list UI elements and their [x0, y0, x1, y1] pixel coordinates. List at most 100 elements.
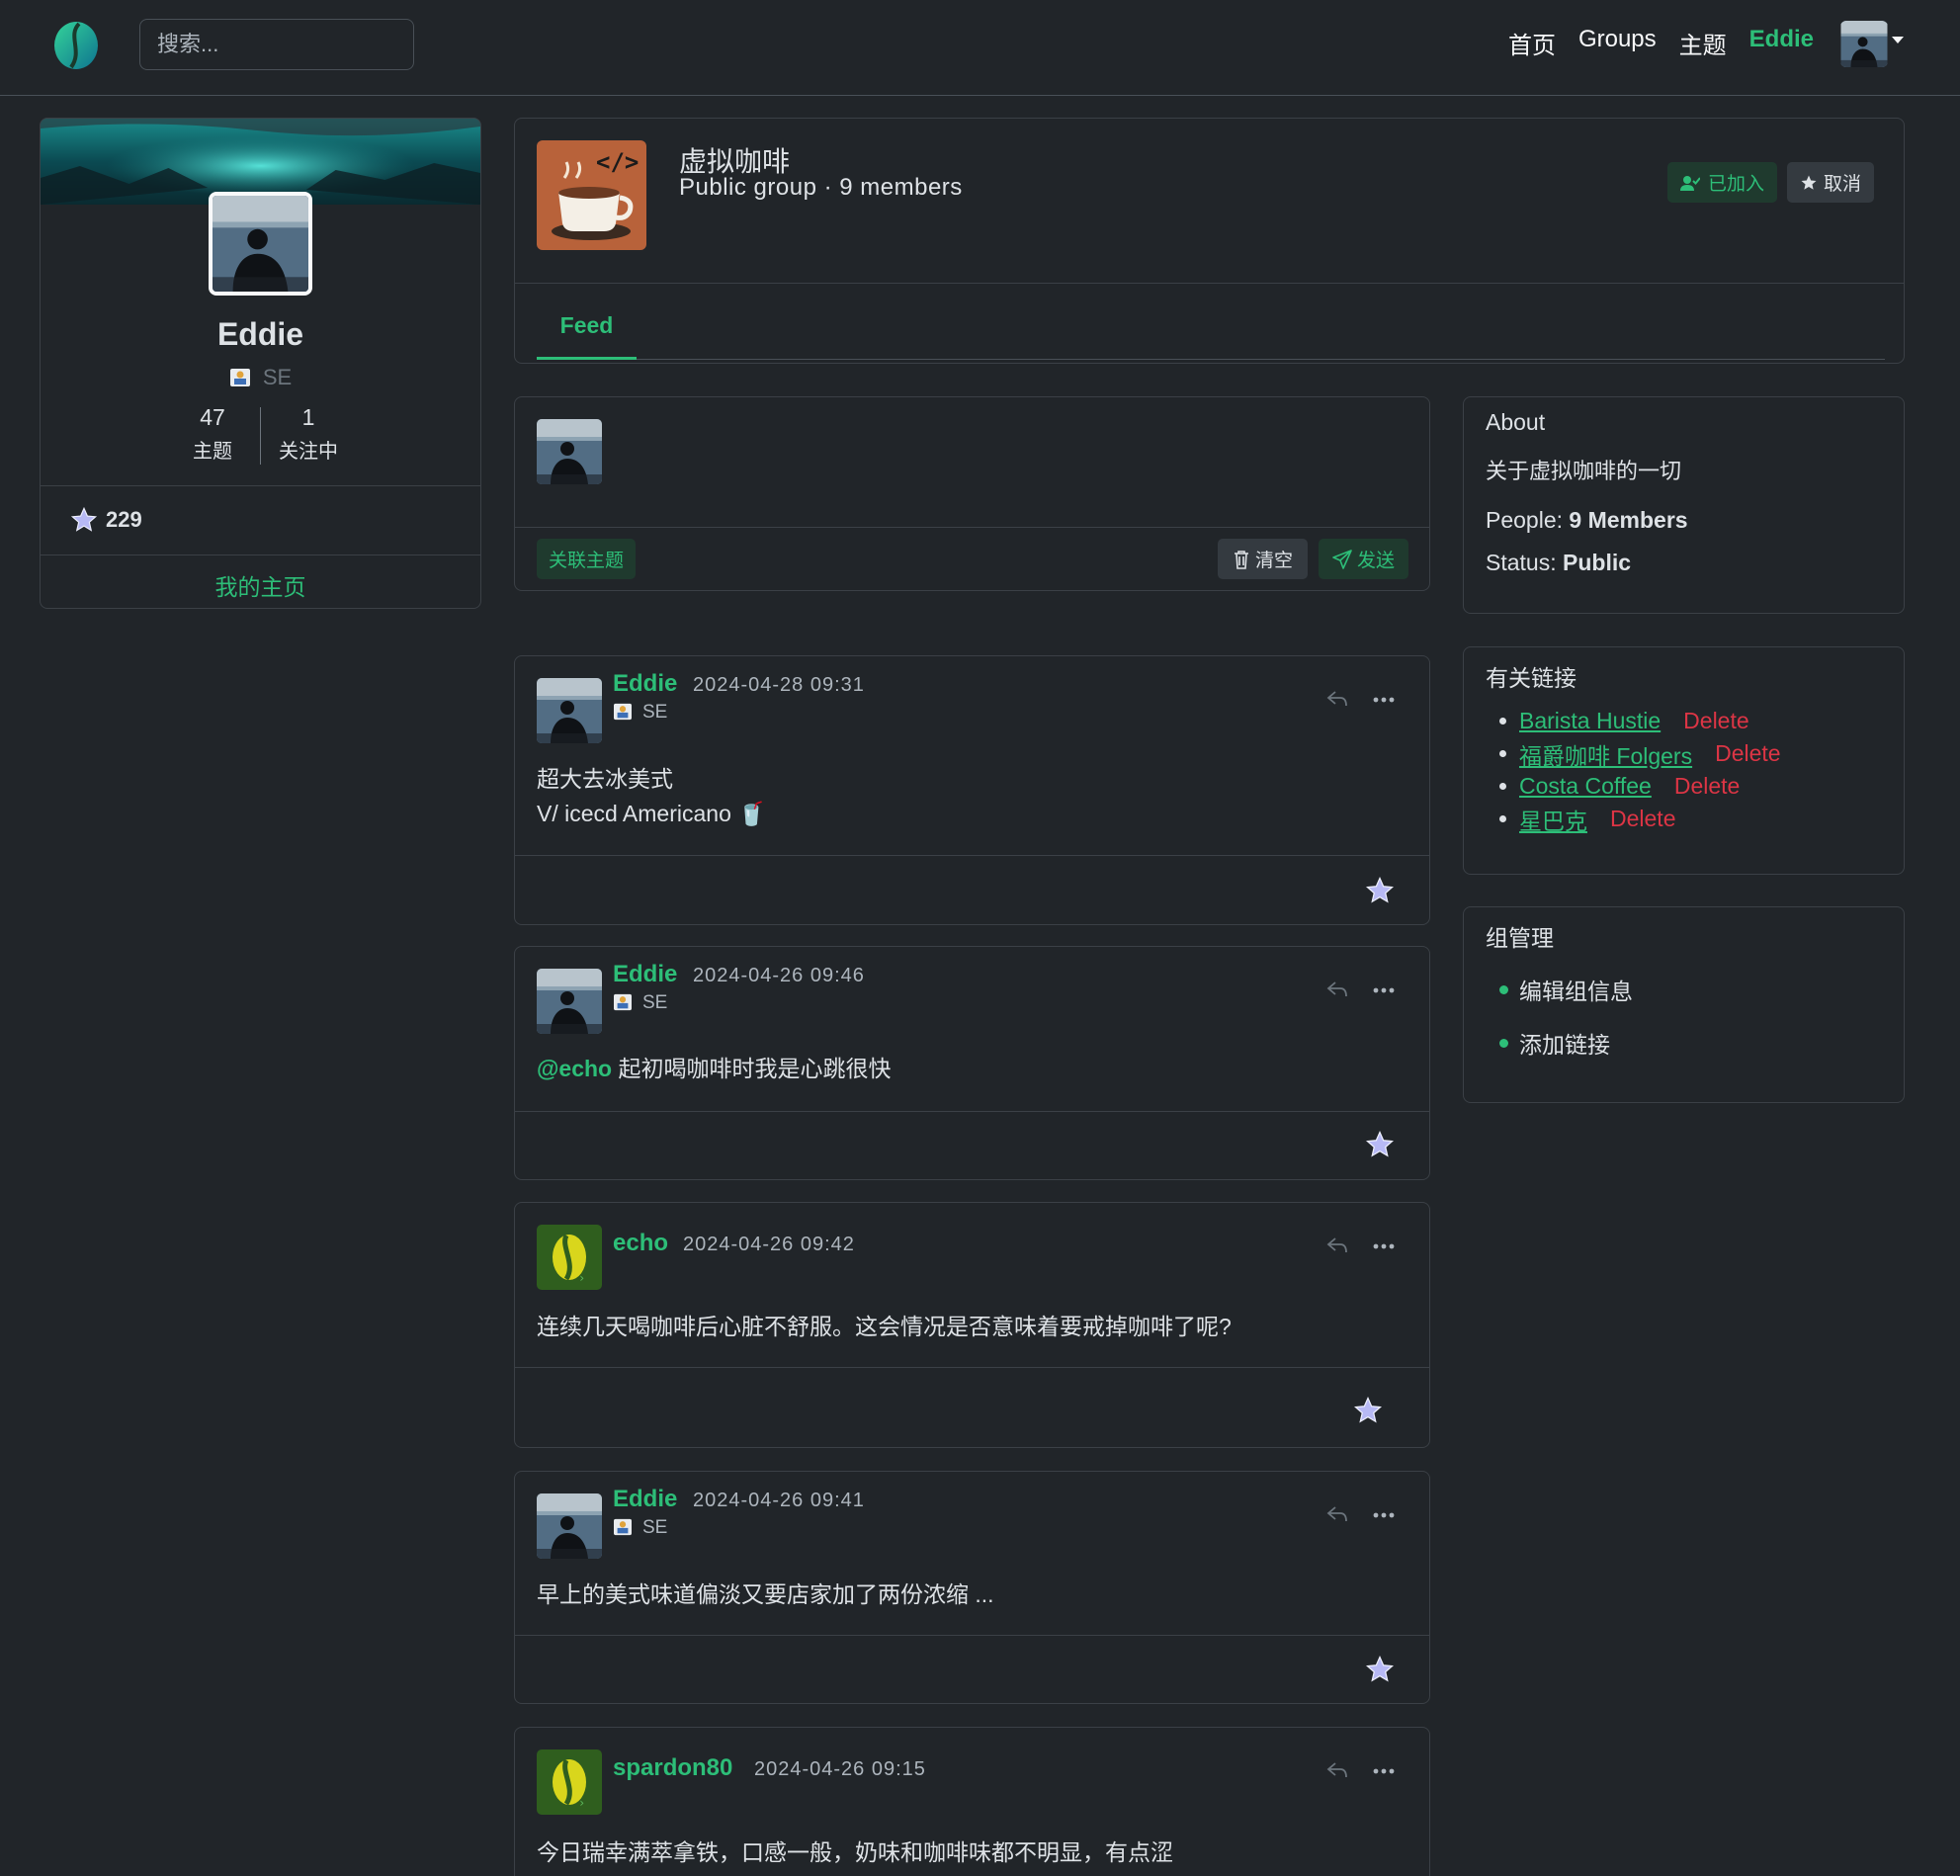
- divider: [41, 554, 480, 555]
- more-icon[interactable]: [1373, 1243, 1395, 1249]
- more-icon[interactable]: [1373, 697, 1395, 703]
- star-icon[interactable]: [1365, 1130, 1395, 1159]
- post-card: Eddie 2024-04-28 09:31 SE 超大去冰美式 V/ icec…: [514, 655, 1430, 925]
- bullet: [1499, 750, 1506, 757]
- divider: [41, 485, 480, 486]
- reply-icon[interactable]: [1326, 1761, 1348, 1779]
- tab-feed[interactable]: Feed: [537, 312, 637, 339]
- delete-link-button[interactable]: Delete: [1610, 806, 1675, 832]
- user-avatar-icon: [537, 1749, 602, 1815]
- edit-group-info-link[interactable]: 编辑组信息: [1486, 973, 1633, 1006]
- reply-icon[interactable]: [1326, 981, 1348, 998]
- star-icon[interactable]: [1365, 1655, 1395, 1684]
- stat-topics[interactable]: 47 主题: [165, 404, 260, 465]
- about-status: Status: Public: [1486, 550, 1631, 576]
- star-icon[interactable]: [1365, 876, 1395, 905]
- composer-avatar: [537, 419, 602, 484]
- about-title: About: [1486, 409, 1546, 435]
- cancel-button[interactable]: 取消: [1787, 162, 1874, 203]
- post-avatar[interactable]: [537, 969, 602, 1034]
- post-body: 超大去冰美式 V/ icecd Americano 🥤: [537, 762, 766, 831]
- post-timestamp: 2024-04-26 09:41: [693, 1490, 865, 1511]
- group-subtitle: Public group · 9 members: [679, 174, 963, 201]
- post-author[interactable]: Eddie: [613, 961, 677, 988]
- chevron-down-icon[interactable]: [1892, 37, 1904, 43]
- post-body-text: 起初喝咖啡时我是心跳很快: [618, 1056, 892, 1081]
- stat-following-label: 关注中: [279, 441, 338, 463]
- bullet: [1499, 815, 1506, 822]
- post-role-label: SE: [642, 992, 668, 1013]
- role-badge-icon: [613, 1518, 633, 1536]
- stat-topics-value: 47: [200, 404, 225, 430]
- stat-topics-label: 主题: [193, 441, 232, 463]
- post-timestamp: 2024-04-26 09:42: [683, 1234, 855, 1255]
- post-body: @echo 起初喝咖啡时我是心跳很快: [537, 1052, 892, 1086]
- link-topic-button[interactable]: 关联主题: [537, 539, 636, 579]
- more-icon[interactable]: [1373, 1512, 1395, 1518]
- post-avatar[interactable]: [537, 678, 602, 743]
- delete-link-button[interactable]: Delete: [1715, 740, 1780, 767]
- nav-link-home[interactable]: 首页: [1508, 26, 1556, 60]
- post-author[interactable]: echo: [613, 1230, 668, 1257]
- clear-label: 清空: [1254, 551, 1293, 571]
- post-body: 早上的美式味道偏淡又要店家加了两份浓缩 ...: [537, 1581, 994, 1607]
- admin-item-label: 添加链接: [1519, 1032, 1610, 1058]
- related-link[interactable]: 星巴克: [1519, 803, 1587, 836]
- delete-link-button[interactable]: Delete: [1674, 773, 1740, 800]
- post-body: 今日瑞幸满萃拿铁，口感一般，奶味和咖啡味都不明显，有点涩: [537, 1839, 1173, 1865]
- post-role-label: SE: [642, 1517, 668, 1538]
- user-avatar-icon: [537, 969, 602, 1034]
- mention-link[interactable]: @echo: [537, 1056, 612, 1081]
- post-avatar[interactable]: [537, 1493, 602, 1559]
- nav-link-user[interactable]: Eddie: [1749, 26, 1814, 60]
- profile-card: Eddie SE 47 主题 1 关注中 229 我的主页: [40, 118, 481, 609]
- nav-link-topics[interactable]: 主题: [1679, 26, 1727, 60]
- post-author[interactable]: Eddie: [613, 670, 677, 698]
- bullet: [1499, 984, 1508, 994]
- post-body: 连续几天喝咖啡后心脏不舒服。这会情况是否意味着要戒掉咖啡了呢?: [537, 1314, 1232, 1339]
- clear-button[interactable]: 清空: [1218, 539, 1308, 579]
- app-logo[interactable]: [49, 18, 103, 71]
- search-input[interactable]: [139, 19, 414, 70]
- more-icon[interactable]: [1373, 987, 1395, 993]
- divider: [515, 1635, 1429, 1636]
- user-menu-avatar[interactable]: [1840, 21, 1888, 67]
- list-item: Barista Hustie Delete: [1486, 705, 1781, 737]
- bullet: [1499, 718, 1506, 725]
- nav-link-groups[interactable]: Groups: [1578, 26, 1657, 60]
- group-admin-card: 组管理 编辑组信息 添加链接: [1463, 906, 1905, 1103]
- post-card: Eddie 2024-04-26 09:46 SE @echo 起初喝咖啡时我是…: [514, 946, 1430, 1180]
- more-icon[interactable]: [1373, 1768, 1395, 1774]
- admin-item-label: 编辑组信息: [1519, 979, 1633, 1004]
- post-author[interactable]: Eddie: [613, 1486, 677, 1513]
- add-link-link[interactable]: 添加链接: [1486, 1026, 1610, 1060]
- user-avatar-icon: [537, 1225, 602, 1290]
- reply-icon[interactable]: [1326, 690, 1348, 708]
- profile-avatar[interactable]: [209, 192, 312, 296]
- reply-icon[interactable]: [1326, 1505, 1348, 1523]
- user-avatar-icon: [1840, 21, 1888, 67]
- send-button[interactable]: 发送: [1319, 539, 1408, 579]
- my-homepage-link[interactable]: 我的主页: [41, 568, 480, 602]
- post-card: Eddie 2024-04-26 09:41 SE 早上的美式味道偏淡又要店家加…: [514, 1471, 1430, 1704]
- reply-icon[interactable]: [1326, 1236, 1348, 1254]
- related-link[interactable]: Barista Hustie: [1519, 708, 1661, 734]
- divider: [515, 527, 1429, 528]
- related-link[interactable]: Costa Coffee: [1519, 773, 1652, 800]
- post-author[interactable]: spardon80: [613, 1754, 732, 1782]
- post-avatar[interactable]: [537, 1225, 602, 1290]
- profile-stats: 47 主题 1 关注中: [41, 404, 480, 465]
- links-title: 有关链接: [1486, 665, 1577, 691]
- stars-row: 229: [70, 506, 142, 534]
- star-icon[interactable]: [1353, 1396, 1383, 1425]
- profile-role-label: SE: [262, 365, 293, 389]
- delete-link-button[interactable]: Delete: [1683, 708, 1748, 734]
- related-link[interactable]: 福爵咖啡 Folgers: [1519, 737, 1692, 771]
- post-timestamp: 2024-04-26 09:15: [754, 1758, 926, 1780]
- send-label: 发送: [1356, 551, 1395, 571]
- people-value: 9 Members: [1569, 507, 1688, 533]
- post-composer: 关联主题 清空 发送: [514, 396, 1430, 591]
- stat-following[interactable]: 1 关注中: [261, 404, 356, 465]
- post-avatar[interactable]: [537, 1749, 602, 1815]
- joined-button[interactable]: 已加入: [1667, 162, 1777, 203]
